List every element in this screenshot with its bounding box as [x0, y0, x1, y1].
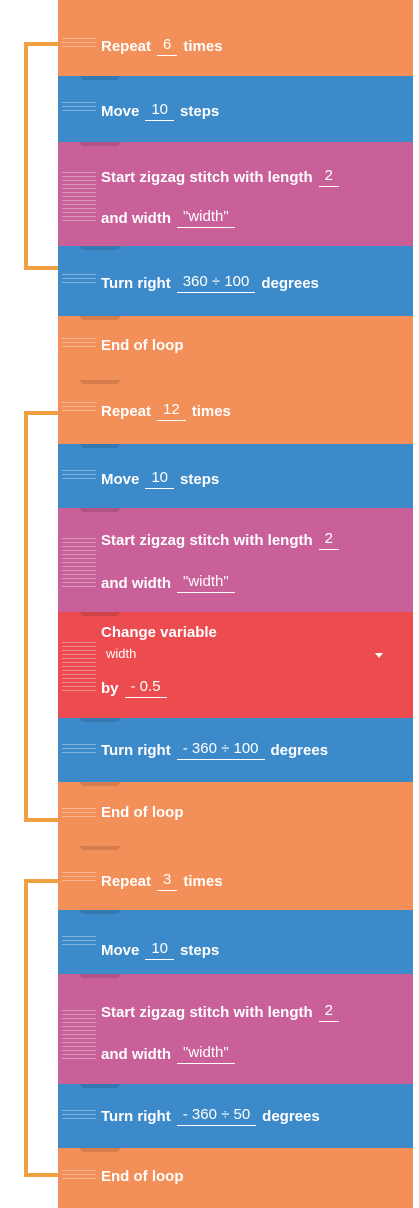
end-loop-label: End of loop [101, 337, 184, 354]
move-suffix: steps [180, 470, 220, 488]
loop-bracket-2 [24, 411, 60, 822]
zigzag-block[interactable]: Start zigzag stitch with length 2 and wi… [58, 508, 413, 612]
drag-handle-icon[interactable] [62, 38, 96, 50]
move-suffix: steps [180, 941, 220, 959]
change-variable-block[interactable]: Change variable width by - 0.5 [58, 612, 413, 718]
change-by-input[interactable]: - 0.5 [124, 678, 167, 698]
turn-degrees-input[interactable]: 360 ÷ 100 [176, 273, 256, 293]
repeat-block[interactable]: Repeat 3 times [58, 846, 413, 910]
change-variable-label: Change variable [101, 624, 217, 641]
end-loop-block[interactable]: End of loop [58, 1148, 413, 1208]
zigzag-length-input[interactable]: 2 [318, 530, 340, 550]
repeat-count-input[interactable]: 3 [157, 871, 178, 891]
end-loop-block[interactable]: End of loop [58, 782, 413, 846]
move-steps-input[interactable]: 10 [145, 469, 175, 489]
move-steps-input[interactable]: 10 [145, 101, 175, 121]
zigzag-label: Start zigzag stitch with length [101, 1003, 313, 1021]
zigzag-label: Start zigzag stitch with length [101, 168, 313, 186]
repeat-label: Repeat [101, 872, 152, 890]
drag-handle-icon[interactable] [62, 274, 96, 286]
drag-handle-icon[interactable] [62, 102, 96, 114]
zigzag-width-input[interactable]: "width" [177, 1044, 235, 1064]
turn-block[interactable]: Turn right - 360 ÷ 100 degrees [58, 718, 413, 782]
move-block[interactable]: Move 10 steps [58, 76, 413, 142]
drag-handle-icon[interactable] [62, 1170, 96, 1182]
drag-handle-icon[interactable] [62, 642, 96, 694]
move-label: Move [101, 941, 140, 959]
drag-handle-icon[interactable] [62, 1010, 96, 1062]
turn-suffix: degrees [270, 741, 329, 759]
repeat-label: Repeat [101, 402, 152, 420]
turn-block[interactable]: Turn right - 360 ÷ 50 degrees [58, 1084, 413, 1148]
repeat-suffix: times [183, 872, 223, 890]
drag-handle-icon[interactable] [62, 936, 96, 948]
zigzag-width-label: and width [101, 1045, 171, 1063]
zigzag-width-label: and width [101, 574, 171, 592]
end-loop-label: End of loop [101, 804, 184, 821]
move-label: Move [101, 470, 140, 488]
zigzag-width-input[interactable]: "width" [177, 573, 235, 593]
move-block[interactable]: Move 10 steps [58, 444, 413, 508]
zigzag-block[interactable]: Start zigzag stitch with length 2 and wi… [58, 974, 413, 1084]
drag-handle-icon[interactable] [62, 872, 96, 884]
drag-handle-icon[interactable] [62, 744, 96, 756]
drag-handle-icon[interactable] [62, 402, 96, 414]
drag-handle-icon[interactable] [62, 470, 96, 482]
turn-degrees-input[interactable]: - 360 ÷ 50 [176, 1106, 257, 1126]
move-steps-input[interactable]: 10 [145, 940, 175, 960]
zigzag-width-input[interactable]: "width" [177, 208, 235, 228]
repeat-label: Repeat [101, 37, 152, 55]
end-loop-label: End of loop [101, 1168, 184, 1185]
loop-bracket-1 [24, 42, 60, 270]
loop-bracket-3 [24, 879, 60, 1177]
turn-label: Turn right [101, 741, 171, 759]
turn-block[interactable]: Turn right 360 ÷ 100 degrees [58, 246, 413, 316]
turn-suffix: degrees [262, 1107, 320, 1125]
zigzag-block[interactable]: Start zigzag stitch with length 2 and wi… [58, 142, 413, 246]
move-suffix: steps [180, 102, 220, 120]
drag-handle-icon[interactable] [62, 338, 96, 350]
variable-select[interactable]: width [106, 646, 136, 661]
move-label: Move [101, 102, 140, 120]
turn-suffix: degrees [261, 274, 319, 292]
drag-handle-icon[interactable] [62, 538, 96, 590]
zigzag-length-input[interactable]: 2 [318, 167, 340, 187]
zigzag-width-label: and width [101, 209, 171, 227]
drag-handle-icon[interactable] [62, 172, 96, 224]
end-loop-block[interactable]: End of loop [58, 316, 413, 380]
turn-degrees-input[interactable]: - 360 ÷ 100 [176, 740, 265, 760]
zigzag-length-input[interactable]: 2 [318, 1002, 340, 1022]
drag-handle-icon[interactable] [62, 1110, 96, 1122]
turn-label: Turn right [101, 1107, 171, 1125]
repeat-block[interactable]: Repeat 12 times [58, 380, 413, 444]
turn-label: Turn right [101, 274, 171, 292]
repeat-block[interactable]: Repeat 6 times [58, 0, 413, 76]
repeat-count-input[interactable]: 12 [157, 401, 186, 421]
drag-handle-icon[interactable] [62, 808, 96, 820]
move-block[interactable]: Move 10 steps [58, 910, 413, 974]
change-by-label: by [101, 679, 119, 697]
repeat-suffix: times [191, 402, 231, 420]
chevron-down-icon[interactable] [375, 653, 383, 658]
zigzag-label: Start zigzag stitch with length [101, 531, 313, 549]
repeat-suffix: times [183, 37, 223, 55]
repeat-count-input[interactable]: 6 [157, 36, 178, 56]
